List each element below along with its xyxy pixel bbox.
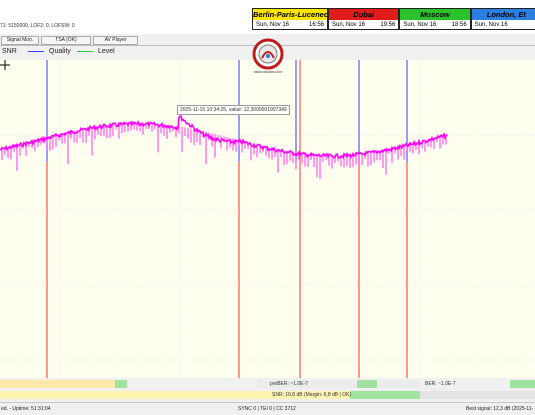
legend-quality: Quality: [28, 48, 71, 55]
status-bar: ed. - Uptime: 51:31:04 SYNC 0 | TEI 0 | …: [0, 402, 535, 415]
clock-london: London, Et Sun, Nov 16: [470, 8, 535, 30]
dxsatcs-logo-icon: [252, 38, 284, 70]
app-window: 71: 5150000, LOF2: 0, LOFSW: 0 Berlin-Pa…: [0, 0, 535, 415]
legend-level-label: Level: [98, 48, 115, 55]
clock-city: Moscow: [400, 9, 470, 20]
clock-time: 19:56: [380, 22, 396, 28]
ber-indicator: preBER: ~1.0E-7 BER: ~1.0E-7: [0, 380, 535, 388]
tab-signal-monitor[interactable]: Signal Mon.: [1, 36, 39, 45]
clock-date: Sun, Nov 16: [332, 22, 366, 28]
clock-date: Sun, Nov 16: [474, 22, 508, 28]
clock-date: Sun, Nov 16: [403, 22, 437, 28]
clock-city: Dubai: [329, 9, 399, 20]
clock-city: Berlin-Paris-Lucenec: [253, 9, 327, 20]
clock-city: London, Et: [471, 9, 535, 20]
snr-indicator: SNR: 10,8 dB (Margin: 6,8 dB | OK): [0, 391, 535, 399]
tab-av-player[interactable]: AV Player: [93, 36, 138, 45]
clock-time: 18:56: [451, 22, 467, 28]
clock-date: Sun, Nov 16: [256, 22, 290, 28]
legend-quality-swatch: [28, 51, 44, 52]
lnb-params: 71: 5150000, LOF2: 0, LOFSW: 0: [0, 23, 75, 29]
crosshair-cursor-icon: [0, 60, 10, 70]
world-clocks: Berlin-Paris-Lucenec Sun, Nov 16 16:56 Du…: [252, 8, 535, 30]
legend-quality-label: Quality: [49, 48, 71, 55]
clock-time: 16:56: [308, 22, 324, 28]
legend-snr: SNR: [0, 48, 17, 55]
tab-tsa[interactable]: TSA (OK): [41, 36, 91, 45]
legend-level: Level: [77, 48, 115, 55]
snr-margin-label: SNR: 10,8 dB (Margin: 6,8 dB | OK): [272, 392, 352, 398]
value-tooltip: 2025-11-15 10:34:25, value: 12,300000190…: [177, 105, 290, 115]
ber-label: BER: ~1.0E-7: [425, 381, 456, 387]
clock-berlin: Berlin-Paris-Lucenec Sun, Nov 16 16:56: [252, 8, 328, 30]
status-best-signal: Best signal: 12,3 dB (2025-11-: [466, 406, 534, 412]
status-uptime: ed. - Uptime: 51:31:04: [1, 406, 51, 412]
signal-chart[interactable]: 2025-11-15 10:34:25, value: 12,300000190…: [0, 60, 535, 378]
pre-ber-label: preBER: ~1.0E-7: [270, 381, 308, 387]
clock-moscow: Moscow Sun, Nov 16 18:56: [399, 8, 471, 30]
legend-level-swatch: [77, 51, 93, 52]
legend-snr-label: SNR: [2, 48, 17, 55]
logo-caption: www.dxsatcs.com: [254, 70, 282, 74]
clock-dubai: Dubai Sun, Nov 16 19:56: [328, 8, 400, 30]
status-sync: SYNC 0 | TEI 0 | CC 3712: [238, 406, 296, 412]
